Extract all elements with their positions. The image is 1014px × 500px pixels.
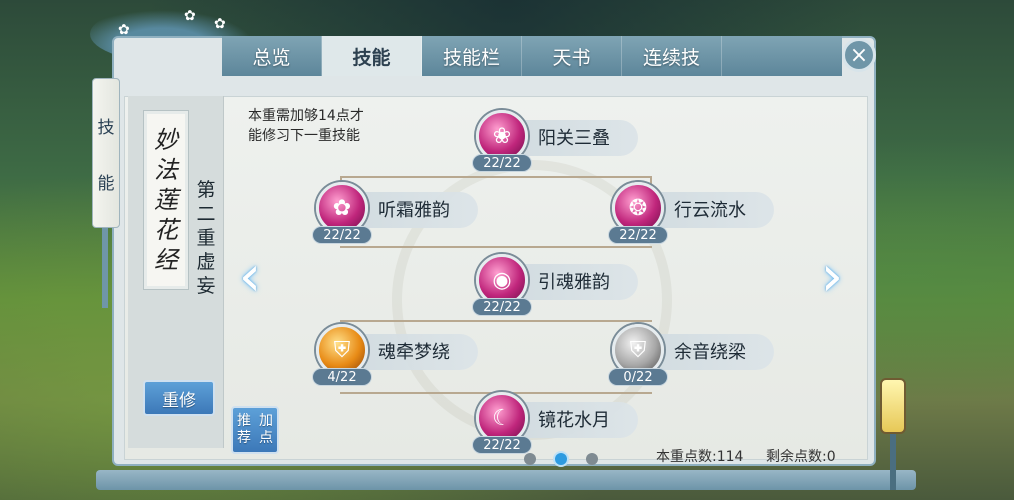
requirement-line: 能修习下一重技能: [248, 128, 360, 144]
remaining-points-value: 0: [826, 449, 836, 465]
plum-blossom-icon: ✿: [214, 16, 226, 32]
skill-node[interactable]: ☾ 镜花水月 22/22: [472, 392, 638, 456]
skill-level: 22/22: [472, 154, 532, 172]
skill-level: 0/22: [608, 368, 668, 386]
panel-base-bar: [96, 470, 916, 490]
page-dot[interactable]: [524, 453, 536, 465]
requirement-text: 本重需加够14点才 能修习下一重技能: [248, 106, 418, 146]
skill-name: 听霜雅韵: [378, 200, 450, 221]
skill-node[interactable]: ◉ 引魂雅韵 22/22: [472, 254, 638, 318]
layer-points: 本重点数:114: [656, 446, 743, 466]
tab-heavenly-book[interactable]: 天书: [522, 36, 622, 76]
section-scroll-tag: 技 能: [92, 78, 120, 228]
chevron-right-icon: ›: [820, 243, 844, 309]
title-char: 妙: [154, 126, 178, 154]
requirement-line: 本重需加够14点才: [248, 108, 364, 124]
close-button[interactable]: ×: [842, 38, 876, 72]
skill-node[interactable]: ⛨ 魂牵梦绕 4/22: [312, 324, 478, 388]
skill-level: 22/22: [312, 226, 372, 244]
scroll-tag-char: 技: [97, 117, 115, 138]
layer-label: 第 二 重 虚 妄: [193, 178, 219, 298]
skill-level: 22/22: [608, 226, 668, 244]
connector-line: [340, 176, 652, 178]
skill-level: 4/22: [312, 368, 372, 386]
scroll-tag-char: 能: [97, 173, 115, 194]
tab-skill-bar[interactable]: 技能栏: [422, 36, 522, 76]
title-char: 经: [154, 246, 178, 274]
title-char: 花: [154, 216, 178, 244]
skill-level: 22/22: [472, 298, 532, 316]
page-dot[interactable]: [586, 453, 598, 465]
tab-bar: 总览 技能 技能栏 天书 连续技: [222, 36, 842, 76]
close-icon: ×: [849, 42, 869, 68]
next-page-arrow[interactable]: ›: [812, 243, 852, 309]
recommend-label-line: 加点: [259, 413, 273, 446]
title-char: 莲: [154, 186, 178, 214]
skill-name: 魂牵梦绕: [378, 342, 450, 363]
layer-points-value: 114: [716, 449, 744, 465]
prev-page-arrow[interactable]: ‹: [230, 243, 270, 309]
tab-combo[interactable]: 连续技: [622, 36, 722, 76]
lantern-stand: [890, 434, 896, 490]
tab-skills[interactable]: 技能: [322, 36, 422, 76]
tab-overview[interactable]: 总览: [222, 36, 322, 76]
plum-blossom-icon: ✿: [184, 8, 196, 24]
skill-level: 22/22: [472, 436, 532, 454]
skill-name: 余音绕梁: [674, 342, 746, 363]
skill-name: 引魂雅韵: [538, 272, 610, 293]
layer-char: 妄: [196, 275, 216, 297]
layer-char: 虚: [196, 251, 216, 273]
skill-school-title: 妙 法 莲 花 经: [143, 110, 189, 290]
skill-name: 镜花水月: [538, 410, 610, 431]
layer-char: 重: [196, 227, 216, 249]
remaining-points: 剩余点数:0: [766, 446, 836, 466]
layer-char: 二: [196, 203, 216, 225]
scroll-rod: [102, 228, 108, 308]
lantern-icon: [880, 378, 906, 434]
page-dot-active[interactable]: [555, 453, 567, 465]
skill-node[interactable]: ❀ 阳关三叠 22/22: [472, 110, 638, 174]
skill-name: 行云流水: [674, 200, 746, 221]
recommend-points-button[interactable]: 推荐 加点: [231, 406, 279, 454]
recommend-label-line: 推荐: [237, 413, 251, 446]
chevron-left-icon: ‹: [238, 243, 262, 309]
title-char: 法: [154, 156, 178, 184]
remaining-points-label: 剩余点数:: [766, 449, 827, 465]
connector-line: [340, 246, 652, 248]
skill-node[interactable]: ❂ 行云流水 22/22: [608, 182, 774, 246]
layer-points-label: 本重点数:: [656, 449, 717, 465]
skill-node[interactable]: ✿ 听霜雅韵 22/22: [312, 182, 478, 246]
skill-name: 阳关三叠: [538, 128, 610, 149]
connector-line: [340, 320, 652, 322]
skill-node[interactable]: ⛨ 余音绕梁 0/22: [608, 324, 774, 388]
layer-char: 第: [196, 179, 216, 201]
reset-skills-button[interactable]: 重修: [143, 380, 215, 416]
